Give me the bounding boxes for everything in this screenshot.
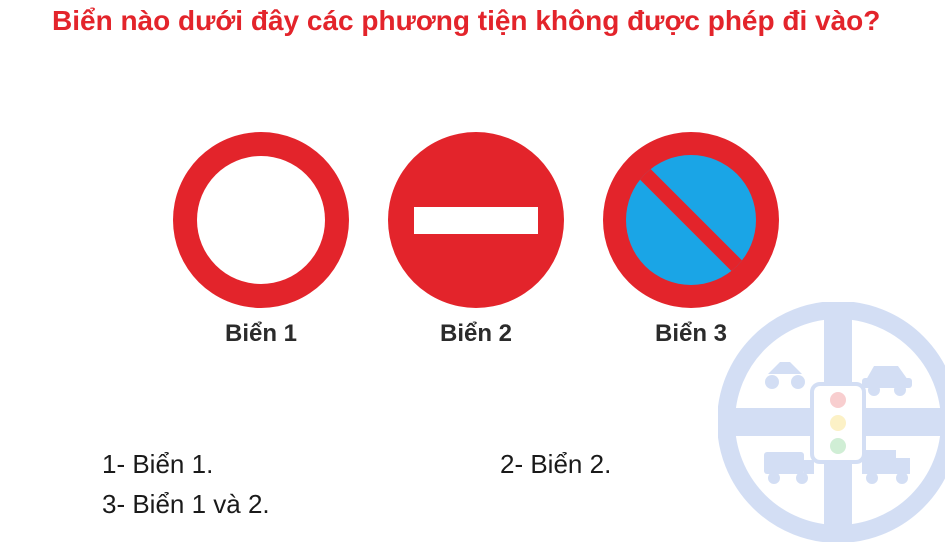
steering-wheel-logo-icon — [717, 301, 945, 543]
question-text: Biển nào dưới đây các phương tiện không … — [52, 5, 881, 36]
sign-label-2: Biển 2 — [439, 320, 513, 347]
answer-option-3[interactable]: 3- Biển 1 và 2. — [102, 489, 270, 520]
sign-label-1: Biển 1 — [224, 320, 298, 347]
no-parking-sign-icon — [601, 130, 781, 310]
no-entry-sign-icon — [386, 130, 566, 310]
no-vehicles-sign-icon — [171, 130, 351, 310]
answer-option-2[interactable]: 2- Biển 2. — [500, 449, 611, 480]
answer-option-1[interactable]: 1- Biển 1. — [102, 449, 213, 480]
